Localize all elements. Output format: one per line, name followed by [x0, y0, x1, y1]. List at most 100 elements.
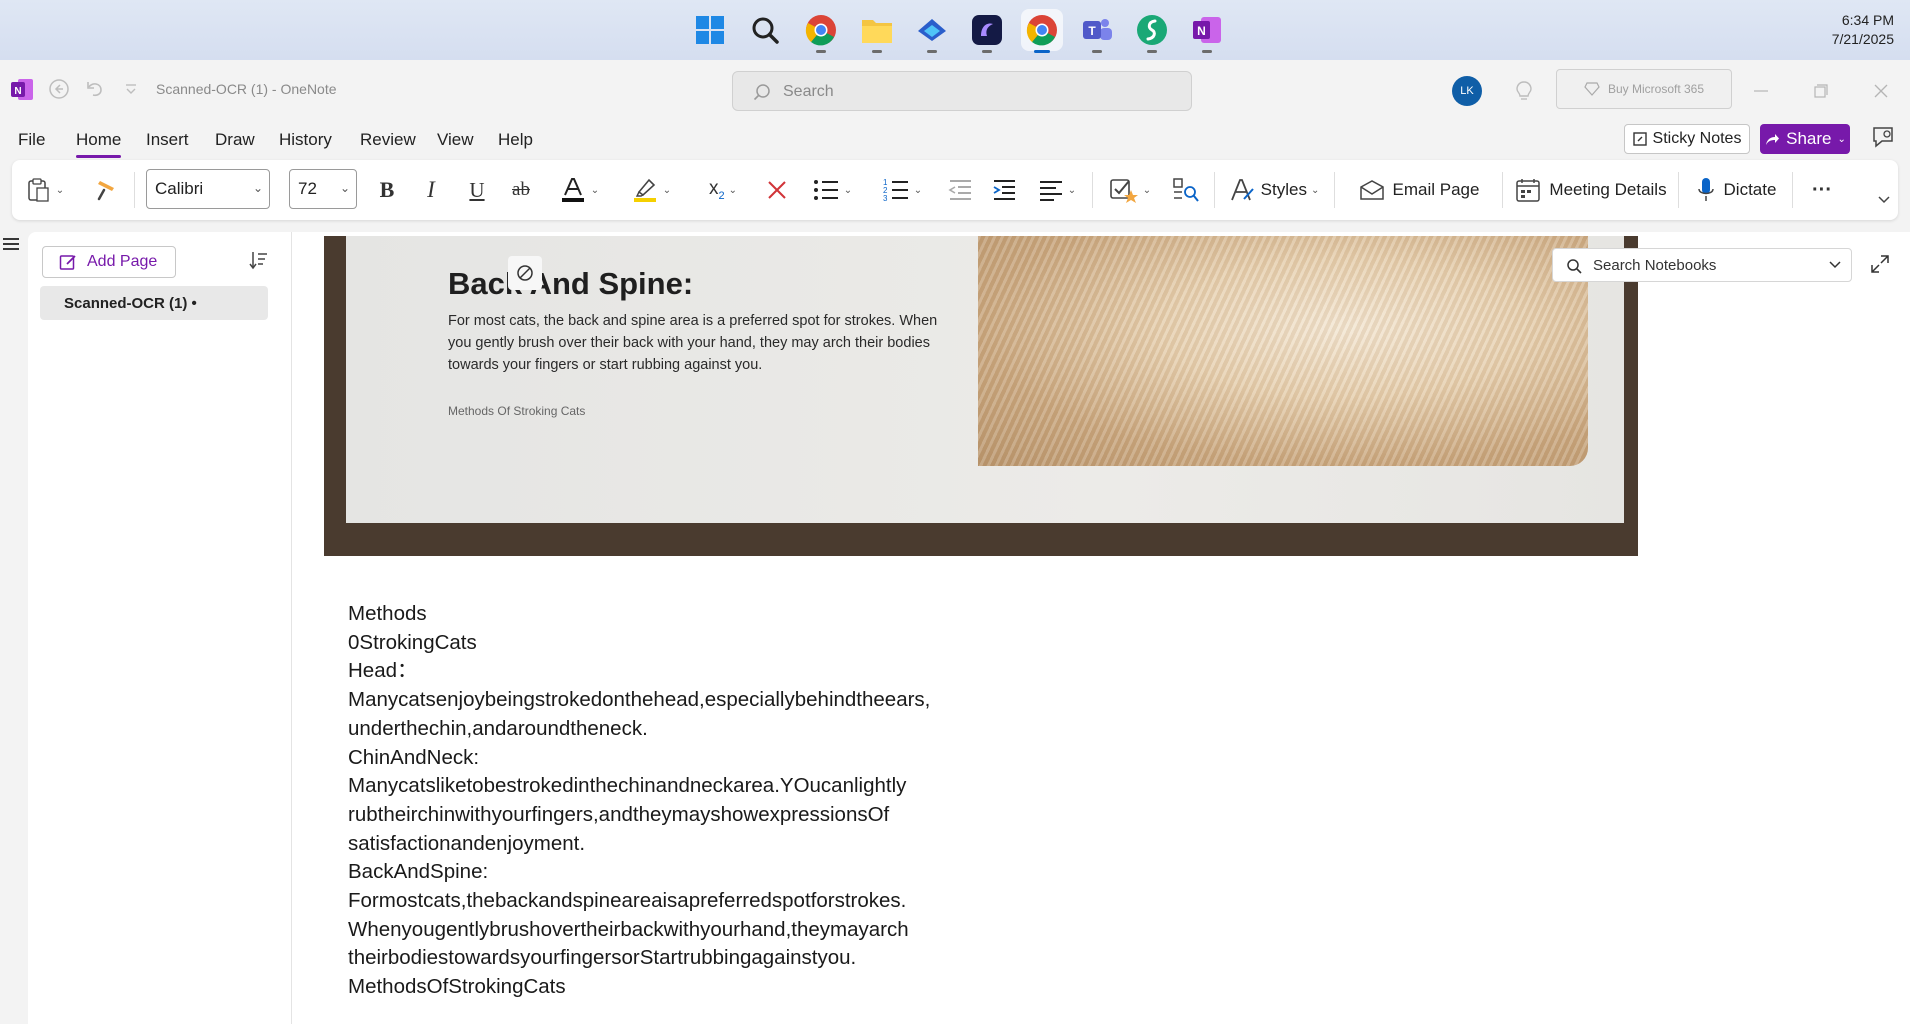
tag-button[interactable]: ⌄: [1104, 174, 1156, 206]
photo-caption: Methods Of Stroking Cats: [448, 404, 586, 418]
no-edit-icon[interactable]: [508, 256, 542, 290]
font-name-select[interactable]: Calibri ⌄: [146, 169, 270, 209]
meeting-details-button[interactable]: Meeting Details: [1512, 174, 1670, 206]
search-box[interactable]: Search: [732, 71, 1192, 111]
ocr-line: Manycatsliketobestrokedinthechinandnecka…: [348, 774, 907, 798]
undo-icon[interactable]: [84, 78, 106, 105]
search-box-icon: [753, 84, 770, 101]
scanned-photo[interactable]: Back And Spine: For most cats, the back …: [324, 236, 1638, 556]
add-page-button[interactable]: Add Page: [42, 246, 176, 278]
increase-indent-button[interactable]: [986, 174, 1022, 206]
tab-home[interactable]: Home: [76, 130, 122, 158]
notebook-search-icon: [1567, 259, 1582, 274]
italic-icon: I: [427, 177, 435, 202]
search-icon[interactable]: [744, 9, 786, 51]
font-size-select[interactable]: 72 ⌄: [289, 169, 357, 209]
teams-icon[interactable]: T: [1076, 9, 1118, 53]
close-icon[interactable]: [1866, 76, 1896, 106]
decrease-indent-button[interactable]: [942, 174, 978, 206]
hamburger-menu-icon[interactable]: [2, 236, 20, 257]
onenote-logo-icon: N: [10, 78, 34, 107]
chrome-active-icon[interactable]: [1021, 9, 1063, 53]
title-bar: N Scanned-OCR (1) - OneNote Search LK Bu…: [0, 60, 1910, 120]
page-list-item[interactable]: Scanned-OCR (1) •: [40, 286, 268, 320]
tab-history[interactable]: History: [279, 130, 332, 150]
file-explorer-icon[interactable]: [856, 9, 898, 53]
sticky-note-icon: [1632, 132, 1647, 146]
ocr-line: theirbodiestowardsyourfingersorStartrubb…: [348, 946, 857, 970]
find-tags-button[interactable]: [1168, 174, 1204, 206]
underline-button[interactable]: U: [460, 174, 494, 206]
format-painter-button[interactable]: [90, 174, 122, 206]
share-icon: [1766, 134, 1780, 145]
search-notebooks-label: Search Notebooks: [1593, 256, 1717, 274]
ocr-line: Formostcats,thebackandspineareaisaprefer…: [348, 889, 907, 913]
font-color-icon: [561, 178, 584, 202]
email-page-button[interactable]: Email Page: [1344, 174, 1494, 206]
restore-icon[interactable]: [1806, 76, 1836, 106]
windows-start-icon[interactable]: [689, 9, 731, 51]
subscript-icon: x2: [708, 178, 725, 202]
ribbon-collapse-chevron-icon[interactable]: [1874, 184, 1894, 216]
underline-icon: U: [469, 177, 485, 202]
subscript-button[interactable]: x2 ⌄: [695, 174, 751, 206]
svg-text:3: 3: [883, 194, 888, 203]
tab-review[interactable]: Review: [360, 130, 416, 150]
email-page-label: Email Page: [1392, 180, 1480, 199]
back-icon[interactable]: [48, 78, 70, 105]
ocr-line: satisfactionandenjoyment.: [348, 831, 586, 855]
page-canvas[interactable]: Back And Spine: For most cats, the back …: [292, 232, 1910, 1024]
search-notebooks-dropdown[interactable]: Search Notebooks: [1552, 248, 1852, 282]
system-clock[interactable]: 6:34 PM 7/21/2025: [1832, 11, 1894, 49]
font-name-chevron-icon: ⌄: [252, 181, 263, 195]
ocr-line: 0StrokingCats: [348, 630, 477, 654]
paste-button[interactable]: ⌄: [20, 174, 70, 206]
tab-file[interactable]: File: [18, 130, 45, 150]
dictate-button[interactable]: Dictate: [1688, 174, 1784, 206]
clear-formatting-button[interactable]: [760, 174, 794, 206]
expand-icon[interactable]: [1870, 254, 1890, 279]
chrome-icon[interactable]: [800, 9, 842, 53]
sort-pages-icon[interactable]: [248, 250, 268, 275]
font-name-value: Calibri: [155, 179, 204, 198]
ocr-line: Head：: [348, 659, 418, 683]
minimize-icon[interactable]: [1746, 76, 1776, 106]
calendar-icon: [1516, 179, 1541, 202]
clear-formatting-icon: [768, 181, 786, 199]
highlight-button[interactable]: ⌄: [620, 174, 682, 206]
highlighter-icon: [633, 178, 656, 202]
feedback-icon[interactable]: [1870, 124, 1896, 155]
tab-draw[interactable]: Draw: [215, 130, 255, 150]
styles-button[interactable]: Styles ⌄: [1224, 174, 1324, 206]
bullets-button[interactable]: ⌄: [804, 174, 860, 206]
decrease-indent-icon: [948, 180, 971, 200]
tab-view[interactable]: View: [437, 130, 474, 150]
ribbon-toolbar: ⌄ Calibri ⌄ 72 ⌄ B I U ab ⌄ ⌄ x2 ⌄ ⌄ 1 2…: [12, 160, 1898, 220]
numbering-button[interactable]: 123 ⌄: [874, 174, 930, 206]
clipchamp-icon[interactable]: [966, 9, 1008, 53]
bullets-chevron-icon: ⌄: [843, 184, 853, 196]
photo-body-text: For most cats, the back and spine area i…: [448, 313, 938, 373]
font-color-button[interactable]: ⌄: [548, 174, 610, 206]
ocr-text-block[interactable]: Methods 0StrokingCats Head： Manycatsenjo…: [348, 600, 930, 1002]
italic-button[interactable]: I: [414, 174, 448, 206]
buy-microsoft-365-button[interactable]: Buy Microsoft 365: [1556, 69, 1732, 109]
more-options-button[interactable]: ···: [1802, 174, 1842, 206]
quick-access-dropdown-icon[interactable]: [124, 82, 138, 101]
ocr-line: ChinAndNeck:: [348, 745, 480, 769]
clock-time: 6:34 PM: [1841, 12, 1894, 28]
share-button[interactable]: Share ⌄: [1760, 124, 1850, 154]
tab-insert[interactable]: Insert: [146, 130, 189, 150]
copilot-icon[interactable]: [911, 9, 953, 53]
sticky-notes-button[interactable]: Sticky Notes: [1624, 124, 1750, 154]
green-app-icon[interactable]: [1131, 9, 1173, 53]
tab-help[interactable]: Help: [498, 130, 533, 150]
bold-button[interactable]: B: [370, 174, 404, 206]
alignment-button[interactable]: ⌄: [1032, 174, 1082, 206]
svg-text:N: N: [14, 86, 21, 97]
avatar[interactable]: LK: [1452, 76, 1482, 106]
taskbar: T N 6:34 PM 7/21/2025: [0, 0, 1910, 60]
strikethrough-button[interactable]: ab: [504, 174, 538, 206]
onenote-taskbar-icon[interactable]: N: [1186, 9, 1228, 53]
lightbulb-icon[interactable]: [1514, 80, 1534, 107]
